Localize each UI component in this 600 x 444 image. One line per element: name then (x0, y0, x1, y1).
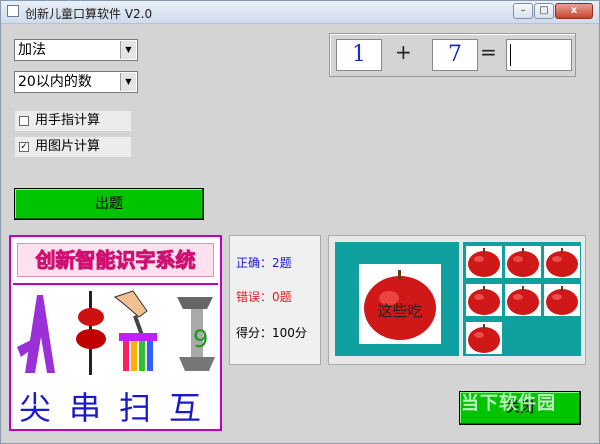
maximize-button[interactable]: □ (534, 3, 554, 19)
correct-count: 正确：2题 (236, 256, 292, 270)
checkbox-label: 用图片计算 (35, 139, 101, 154)
score-value: 得分：100分 (236, 326, 307, 340)
checkbox-finger-calc[interactable]: 用手指计算 (15, 111, 131, 131)
close-button[interactable]: 关闭 (459, 391, 581, 425)
operation-select-value: 加法 (18, 42, 46, 58)
checkbox-box[interactable]: ✓ (19, 142, 29, 152)
operand-1: 1 (336, 39, 382, 71)
wrong-count: 错误：0题 (236, 290, 292, 304)
operation-select[interactable]: 加法 ▼ (14, 39, 138, 61)
small-apple-icon (544, 246, 580, 278)
svg-text:9: 9 (193, 325, 208, 353)
dropdown-arrow-icon[interactable]: ▼ (120, 41, 136, 59)
dropdown-arrow-icon[interactable]: ▼ (120, 73, 136, 91)
app-icon (7, 5, 19, 17)
title-bar: 创新儿童口算软件 V2.0 – □ x (1, 1, 599, 24)
generate-question-button[interactable]: 出题 (14, 188, 204, 220)
operand-2: 7 (432, 39, 478, 71)
hanzi-char: 尖 (19, 389, 52, 427)
hanzi-char: 互 (169, 389, 202, 427)
text-caret (510, 44, 511, 66)
character-pictures: 9 (17, 290, 215, 375)
checkbox-box[interactable] (19, 116, 29, 126)
apple-icon: 这些吃 (364, 270, 436, 340)
range-select-value: 20以内的数 (18, 74, 92, 90)
picture-panel: 这些吃 (328, 235, 586, 365)
hanzi-char: 扫 (119, 389, 152, 427)
checkbox-label: 用手指计算 (35, 113, 101, 128)
panel-divider (13, 283, 218, 285)
checkbox-picture-calc[interactable]: ✓ 用图片计算 (15, 137, 131, 157)
small-apple-icon (466, 284, 502, 316)
equation-display: 1 + 7 = (329, 33, 576, 77)
big-apple-area: 这些吃 (335, 242, 459, 356)
minimize-button[interactable]: – (513, 3, 533, 19)
big-apple-image: 这些吃 (359, 264, 441, 344)
small-apples-area (463, 242, 581, 356)
small-apple-icon (505, 284, 541, 316)
small-apple-icon (466, 246, 502, 278)
range-select[interactable]: 20以内的数 ▼ (14, 71, 138, 93)
hanzi-char: 串 (69, 389, 102, 427)
score-panel: 正确：2题 错误：0题 得分：100分 (229, 235, 321, 365)
literacy-logo: 创新智能识字系统 (17, 243, 214, 277)
small-apple-icon (466, 322, 502, 354)
apple-caption: 这些吃 (377, 302, 422, 320)
answer-input[interactable] (506, 39, 572, 71)
literacy-panel: 创新智能识字系统 9 尖 串 扫 互 (9, 235, 222, 431)
small-apple-icon (544, 284, 580, 316)
close-window-button[interactable]: x (555, 3, 593, 19)
app-window: 创新儿童口算软件 V2.0 – □ x 加法 ▼ 20以内的数 ▼ 用手指计算 … (0, 0, 600, 444)
small-apple-icon (505, 246, 541, 278)
metal-shape-icon: 9 (177, 297, 215, 371)
skewer-icon (76, 291, 106, 375)
broom-hand-icon (113, 290, 157, 371)
equals-sign: = (480, 40, 497, 64)
pointed-figure-icon (17, 295, 55, 373)
window-title: 创新儿童口算软件 V2.0 (25, 7, 153, 21)
operator-sign: + (395, 40, 412, 64)
